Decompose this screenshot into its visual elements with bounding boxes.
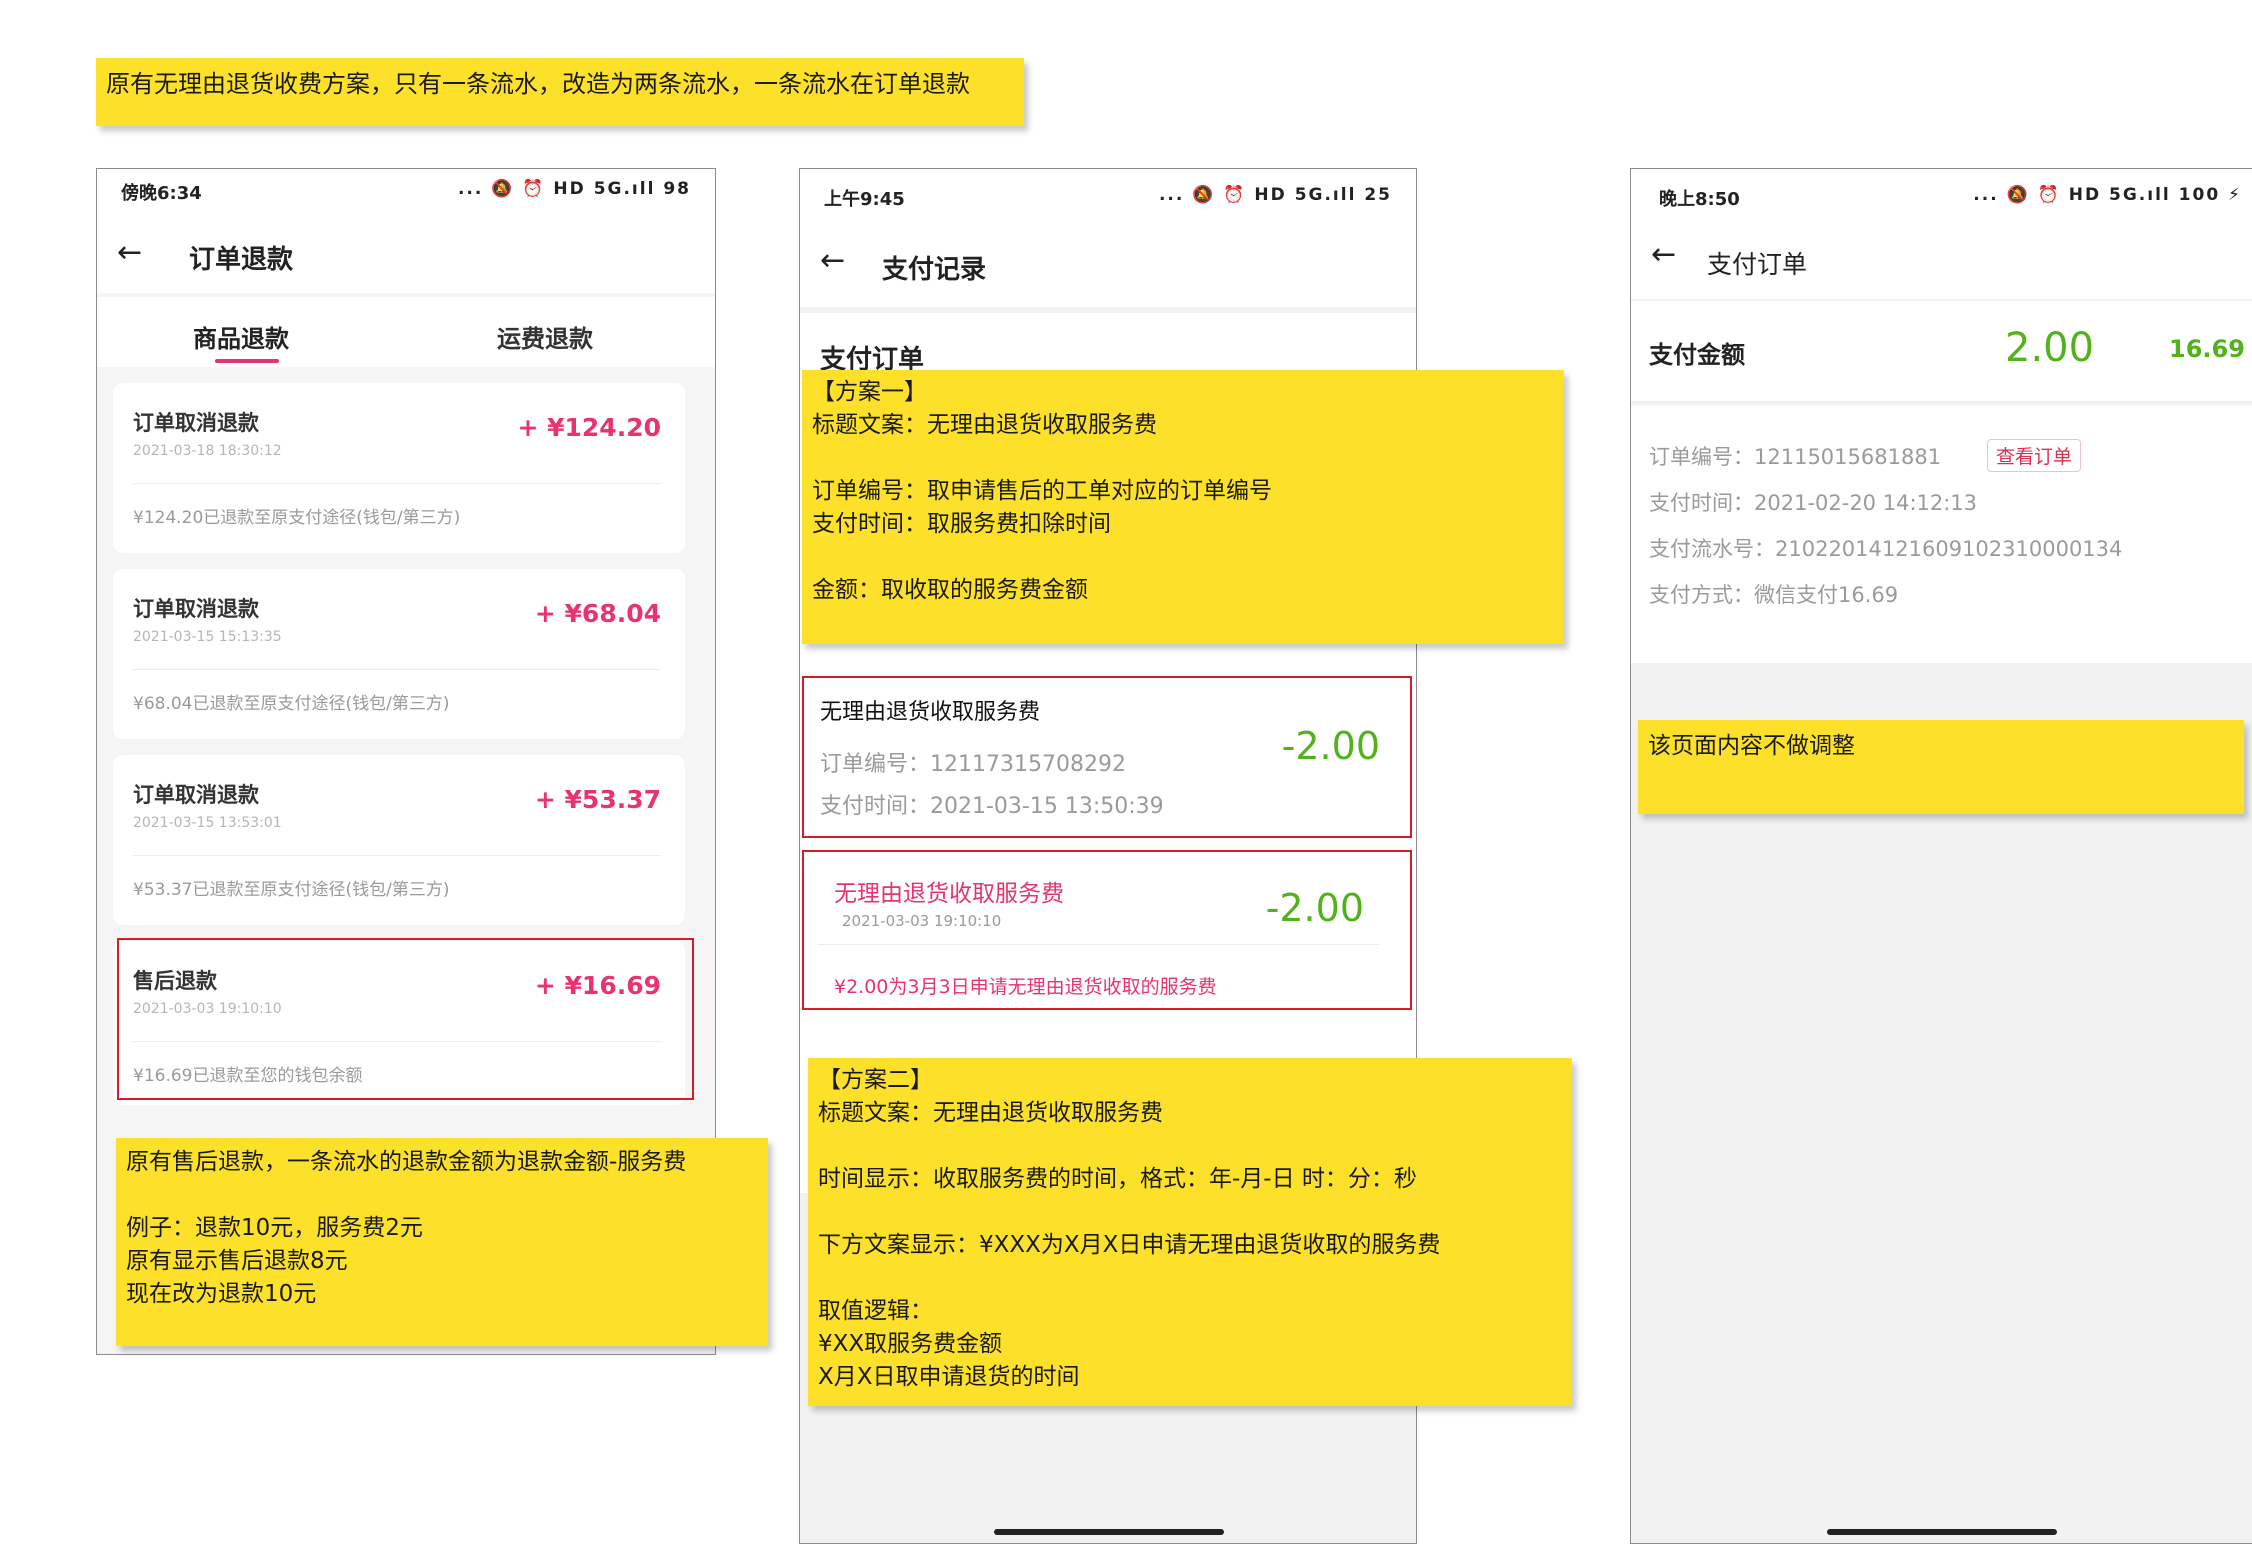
note-line	[812, 541, 1554, 574]
refund-item-note: ¥53.37已退款至原支付途径(钱包/第三方)	[133, 880, 450, 900]
payment-record-plan-one[interactable]: 无理由退货收取服务费 订单编号：12117315708292 支付时间：2021…	[802, 676, 1412, 838]
note-line: 支付时间：取服务费扣除时间	[812, 511, 1111, 537]
record-amount: -2.00	[1265, 886, 1364, 930]
nav-bar: ← 订单退款	[97, 213, 715, 293]
record-title: 无理由退货收取服务费	[820, 700, 1041, 725]
refund-item-title: 订单取消退款	[133, 411, 259, 435]
record-pay-time: 支付时间：2021-03-15 13:50:39	[820, 794, 1164, 819]
status-icons: ... 🔕 ⏰ HD 5G.ıll 25	[1158, 185, 1392, 205]
note-line	[812, 442, 1554, 475]
refund-item-amount: + ¥68.04	[534, 599, 661, 628]
note-line	[818, 1262, 1562, 1295]
divider	[133, 669, 661, 670]
note-line: 标题文案：无理由退货收取服务费	[812, 412, 1157, 438]
pay-time: 支付时间：2021-02-20 14:12:13	[1649, 491, 1978, 515]
status-icons: ... 🔕 ⏰ HD 5G.ıll 98	[457, 179, 691, 199]
amount-side-value: 16.69	[2169, 335, 2245, 363]
refund-item-title: 订单取消退款	[133, 783, 259, 807]
divider	[133, 855, 661, 856]
refund-item-title: 订单取消退款	[133, 597, 259, 621]
note-line: 时间显示：收取服务费的时间，格式：年-月-日 时：分：秒	[818, 1166, 1417, 1192]
refund-item[interactable]: 订单取消退款 2021-03-18 18:30:12 + ¥124.20 ¥12…	[113, 383, 685, 553]
tab-freight-refund[interactable]: 运费退款	[497, 319, 593, 354]
note-line	[818, 1196, 1562, 1229]
back-arrow-icon[interactable]: ←	[1651, 237, 1676, 272]
order-details: 订单编号：12115015681881 查看订单 支付时间：2021-02-20…	[1631, 405, 2252, 663]
refund-item-date: 2021-03-18 18:30:12	[133, 443, 282, 459]
back-arrow-icon[interactable]: ←	[820, 243, 845, 278]
note-line: 订单编号：取申请售后的工单对应的订单编号	[812, 478, 1272, 504]
status-time: 傍晚6:34	[121, 183, 202, 204]
record-title: 无理由退货收取服务费	[834, 881, 1064, 907]
status-icons: ... 🔕 ⏰ HD 5G.ıll 100 ⚡	[1973, 185, 2242, 205]
note-line: 金额：取收取的服务费金额	[812, 577, 1088, 603]
status-time: 上午9:45	[824, 189, 905, 210]
note-line: 下方文案显示：¥XXX为X月X日申请无理由退货收取的服务费	[818, 1232, 1441, 1258]
back-arrow-icon[interactable]: ←	[117, 235, 142, 270]
status-bar: 傍晚6:34 ... 🔕 ⏰ HD 5G.ıll 98	[97, 169, 715, 213]
record-note: ¥2.00为3月3日申请无理由退货收取的服务费	[834, 976, 1217, 998]
note-line: 取值逻辑：	[818, 1298, 933, 1324]
home-indicator	[994, 1529, 1224, 1535]
note-line: 现在改为退款10元	[126, 1281, 317, 1307]
phone-payment-order: 晚上8:50 ... 🔕 ⏰ HD 5G.ıll 100 ⚡ ← 支付订单 支付…	[1630, 168, 2252, 1544]
note-line: 原有显示售后退款8元	[126, 1248, 348, 1274]
note-line: X月X日取申请退货的时间	[818, 1364, 1080, 1390]
page-title: 订单退款	[189, 245, 294, 275]
refund-item-date: 2021-03-15 15:13:35	[133, 629, 282, 645]
note-line: 【方案一】	[812, 379, 927, 405]
plan-one-annotation: 【方案一】 标题文案：无理由退货收取服务费 订单编号：取申请售后的工单对应的订单…	[802, 370, 1564, 644]
status-bar: 晚上8:50 ... 🔕 ⏰ HD 5G.ıll 100 ⚡	[1631, 169, 2252, 219]
amount-label: 支付金额	[1649, 341, 1745, 369]
page-title: 支付订单	[1707, 250, 1808, 279]
record-date: 2021-03-03 19:10:10	[842, 912, 1002, 930]
refund-item[interactable]: 订单取消退款 2021-03-15 13:53:01 + ¥53.37 ¥53.…	[113, 755, 685, 925]
note-line: 该页面内容不做调整	[1648, 733, 1855, 759]
refund-item[interactable]: 订单取消退款 2021-03-15 15:13:35 + ¥68.04 ¥68.…	[113, 569, 685, 739]
record-order-no: 订单编号：12117315708292	[820, 752, 1126, 777]
note-line: ¥XX取服务费金额	[818, 1331, 1003, 1357]
payment-record-plan-two[interactable]: 无理由退货收取服务费 2021-03-03 19:10:10 -2.00 ¥2.…	[802, 850, 1412, 1010]
plan-two-annotation: 【方案二】 标题文案：无理由退货收取服务费 时间显示：收取服务费的时间，格式：年…	[808, 1058, 1572, 1406]
amount-value: 2.00	[2005, 325, 2095, 371]
nav-bar: ← 支付订单	[1631, 219, 2252, 299]
aftersale-annotation-note: 原有售后退款，一条流水的退款金额为退款金额-服务费 例子：退款10元，服务费2元…	[116, 1138, 768, 1346]
refund-item-date: 2021-03-15 13:53:01	[133, 815, 282, 831]
divider	[818, 944, 1380, 945]
amount-row: 支付金额 2.00 16.69	[1631, 301, 2252, 401]
refund-tabs: 商品退款 运费退款	[97, 297, 715, 367]
pay-method: 支付方式：微信支付16.69	[1649, 583, 1899, 607]
note-line: 原有售后退款，一条流水的退款金额为退款金额-服务费	[126, 1149, 687, 1175]
top-annotation-text: 原有无理由退货收费方案，只有一条流水，改造为两条流水，一条流水在订单退款	[106, 70, 970, 98]
tab-active-indicator	[215, 359, 279, 363]
nav-bar: ← 支付记录	[800, 219, 1416, 307]
record-amount: -2.00	[1281, 724, 1380, 768]
no-change-annotation: 该页面内容不做调整	[1638, 720, 2244, 814]
top-annotation-note: 原有无理由退货收费方案，只有一条流水，改造为两条流水，一条流水在订单退款	[96, 58, 1024, 126]
note-line	[126, 1179, 758, 1212]
status-time: 晚上8:50	[1659, 189, 1740, 210]
refund-item-note: ¥124.20已退款至原支付途径(钱包/第三方)	[133, 508, 461, 528]
refund-item-amount: + ¥124.20	[517, 413, 661, 442]
order-number: 订单编号：12115015681881	[1649, 445, 1942, 469]
divider	[133, 483, 661, 484]
note-line	[818, 1130, 1562, 1163]
refund-item-note: ¥68.04已退款至原支付途径(钱包/第三方)	[133, 694, 450, 714]
serial-number: 支付流水号：21022014121609102310000134	[1649, 537, 2123, 561]
note-line: 标题文案：无理由退货收取服务费	[818, 1100, 1163, 1126]
highlight-frame-aftersale	[117, 938, 694, 1100]
note-line: 例子：退款10元，服务费2元	[126, 1215, 423, 1241]
home-indicator	[1827, 1529, 2057, 1535]
tab-goods-refund[interactable]: 商品退款	[193, 319, 289, 354]
view-order-button[interactable]: 查看订单	[1987, 439, 2082, 472]
status-bar: 上午9:45 ... 🔕 ⏰ HD 5G.ıll 25	[800, 169, 1416, 219]
note-line: 【方案二】	[818, 1067, 933, 1093]
page-title: 支付记录	[882, 255, 987, 285]
refund-item-amount: + ¥53.37	[534, 785, 661, 814]
